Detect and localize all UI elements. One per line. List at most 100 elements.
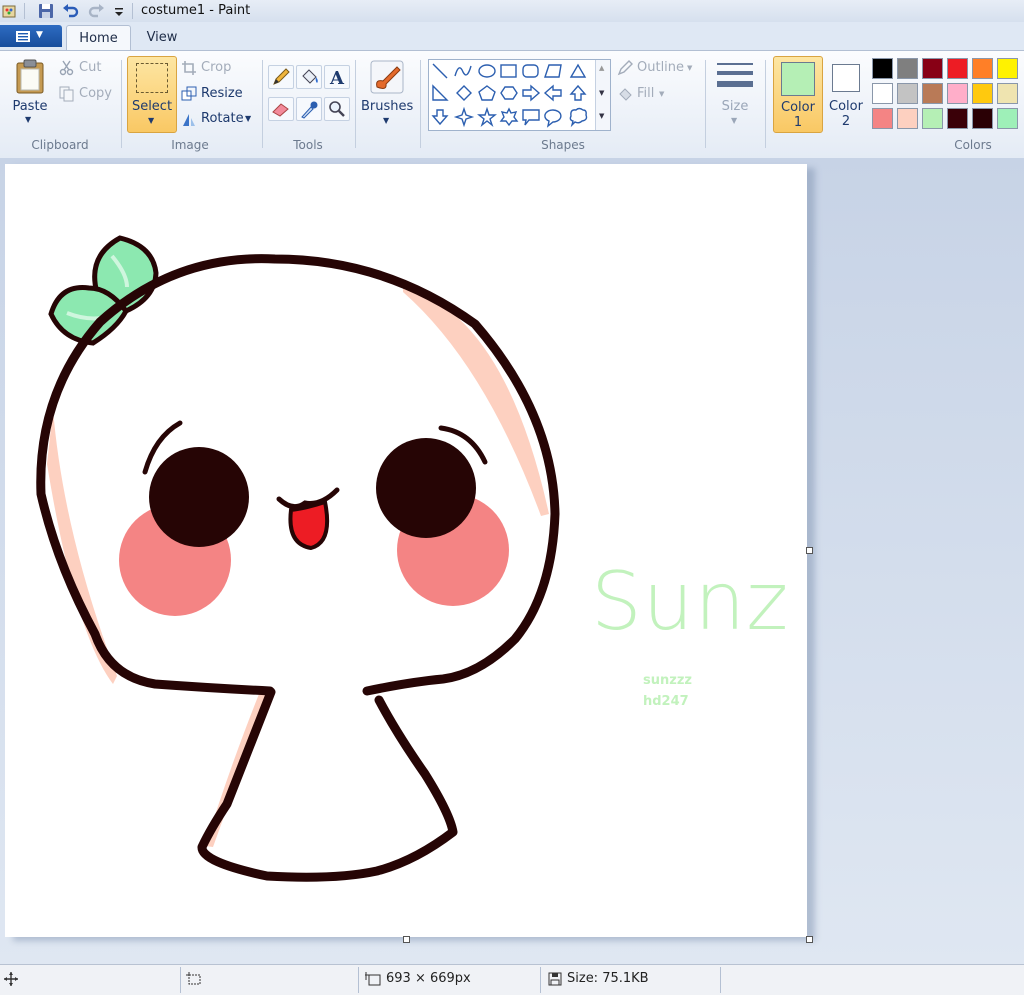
- crop-button[interactable]: Crop: [181, 58, 251, 78]
- paste-label: Paste: [12, 99, 48, 114]
- eraser-icon: [272, 103, 289, 117]
- customize-qat-icon[interactable]: [111, 2, 129, 20]
- separator: [420, 60, 421, 148]
- cut-button[interactable]: Cut: [59, 58, 119, 78]
- chevron-down-icon: ▼: [245, 114, 252, 123]
- eyedropper-icon: [301, 101, 318, 119]
- svg-text:A: A: [329, 68, 345, 88]
- rotate-button[interactable]: Rotate ▼: [181, 109, 256, 129]
- rotate-label: Rotate: [201, 111, 244, 126]
- tools-group-label: Tools: [293, 138, 323, 152]
- pencil-tool[interactable]: [268, 65, 294, 89]
- palette-color-swatch[interactable]: [872, 58, 893, 79]
- credit-line1: sunzzz: [643, 673, 692, 688]
- palette-color-swatch[interactable]: [972, 108, 993, 129]
- chevron-down-icon: ▼: [25, 115, 32, 124]
- magnifier-tool[interactable]: [324, 97, 350, 121]
- palette-color-swatch[interactable]: [922, 58, 943, 79]
- brushes-button[interactable]: Brushes ▼: [361, 57, 413, 129]
- separator: [540, 967, 541, 993]
- color1-button[interactable]: Color 1: [773, 56, 823, 133]
- palette-color-swatch[interactable]: [997, 83, 1018, 104]
- shapes-gallery[interactable]: ▲ ▼ ▼: [428, 59, 611, 131]
- select-label: Select: [131, 99, 173, 114]
- fill-label: Fill: [637, 86, 655, 101]
- palette-color-swatch[interactable]: [997, 58, 1018, 79]
- status-bar: 693 × 669px Size: 75.1KB: [0, 964, 1024, 995]
- copy-label: Copy: [79, 86, 112, 101]
- resize-button[interactable]: Resize: [181, 84, 251, 104]
- paint-menu-button[interactable]: ▼: [0, 25, 62, 47]
- canvas-dimensions: 693 × 669px: [386, 971, 471, 986]
- shapes-scrollbar[interactable]: ▲ ▼ ▼: [595, 60, 610, 130]
- expand-gallery-icon[interactable]: ▼: [599, 112, 604, 120]
- palette-color-swatch[interactable]: [947, 58, 968, 79]
- menu-bar: ▼ Home View: [0, 22, 1024, 51]
- separator: [720, 967, 721, 993]
- rotate-icon: [183, 114, 195, 126]
- color1-swatch: [781, 62, 815, 96]
- tab-home[interactable]: Home: [66, 25, 131, 51]
- copy-button[interactable]: Copy: [59, 84, 119, 104]
- crop-icon: [182, 61, 196, 75]
- palette-color-swatch[interactable]: [897, 58, 918, 79]
- credit-line2: hd247: [643, 694, 689, 709]
- separator: [705, 60, 706, 148]
- color1-number: 1: [793, 115, 803, 130]
- line-size-icon: [717, 63, 753, 87]
- palette-color-swatch[interactable]: [872, 83, 893, 104]
- color2-number: 2: [841, 114, 851, 129]
- tab-view[interactable]: View: [136, 25, 188, 50]
- resize-handle-corner[interactable]: [806, 936, 813, 943]
- size-button[interactable]: Size ▼: [711, 57, 759, 129]
- scroll-up-icon[interactable]: ▲: [599, 64, 604, 72]
- fill-tool[interactable]: [296, 65, 322, 89]
- select-button[interactable]: Select ▼: [127, 56, 177, 133]
- separator: [358, 967, 359, 993]
- drawing-canvas[interactable]: Sunz sunzzz hd247: [5, 164, 807, 937]
- color-picker-tool[interactable]: [296, 97, 322, 121]
- palette-color-swatch[interactable]: [972, 83, 993, 104]
- separator: [180, 967, 181, 993]
- menu-icon: [16, 31, 30, 42]
- eraser-tool[interactable]: [268, 97, 294, 121]
- paste-button[interactable]: Paste ▼: [8, 57, 52, 129]
- palette-color-swatch[interactable]: [922, 108, 943, 129]
- fill-button[interactable]: Fill ▼: [617, 84, 677, 104]
- palette-color-swatch[interactable]: [922, 83, 943, 104]
- separator: [121, 60, 122, 148]
- palette-color-swatch[interactable]: [947, 108, 968, 129]
- undo-icon[interactable]: [62, 2, 80, 20]
- outline-label: Outline: [637, 60, 685, 75]
- resize-handle-bottom[interactable]: [403, 936, 410, 943]
- save-icon[interactable]: [37, 2, 55, 20]
- text-icon: A: [329, 68, 345, 89]
- color2-label: Color: [829, 99, 863, 114]
- color2-button[interactable]: Color 2: [823, 56, 869, 131]
- palette-color-swatch[interactable]: [997, 108, 1018, 129]
- window-title: costume1 - Paint: [141, 3, 251, 18]
- resize-icon: [181, 86, 197, 101]
- selection-size-icon: [186, 972, 201, 985]
- palette-color-swatch[interactable]: [872, 108, 893, 129]
- separator: [765, 60, 766, 148]
- outline-button[interactable]: Outline ▼: [617, 58, 697, 78]
- copy-icon: [59, 86, 74, 102]
- separator: [262, 60, 263, 148]
- cursor-position-icon: [4, 972, 18, 986]
- fill-icon: [619, 88, 632, 101]
- scroll-down-icon[interactable]: ▼: [599, 89, 604, 97]
- clipboard-icon: [16, 59, 44, 94]
- separator: [355, 60, 356, 148]
- text-tool[interactable]: A: [324, 65, 350, 89]
- palette-color-swatch[interactable]: [972, 58, 993, 79]
- resize-handle-right[interactable]: [806, 547, 813, 554]
- paint-app-icon[interactable]: [1, 2, 19, 20]
- palette-color-swatch[interactable]: [947, 83, 968, 104]
- palette-color-swatch[interactable]: [897, 83, 918, 104]
- redo-icon[interactable]: [87, 2, 105, 20]
- scissors-icon: [59, 60, 74, 76]
- palette-color-swatch[interactable]: [897, 108, 918, 129]
- chevron-down-icon: ▼: [687, 64, 693, 72]
- title-bar: costume1 - Paint: [0, 0, 1024, 22]
